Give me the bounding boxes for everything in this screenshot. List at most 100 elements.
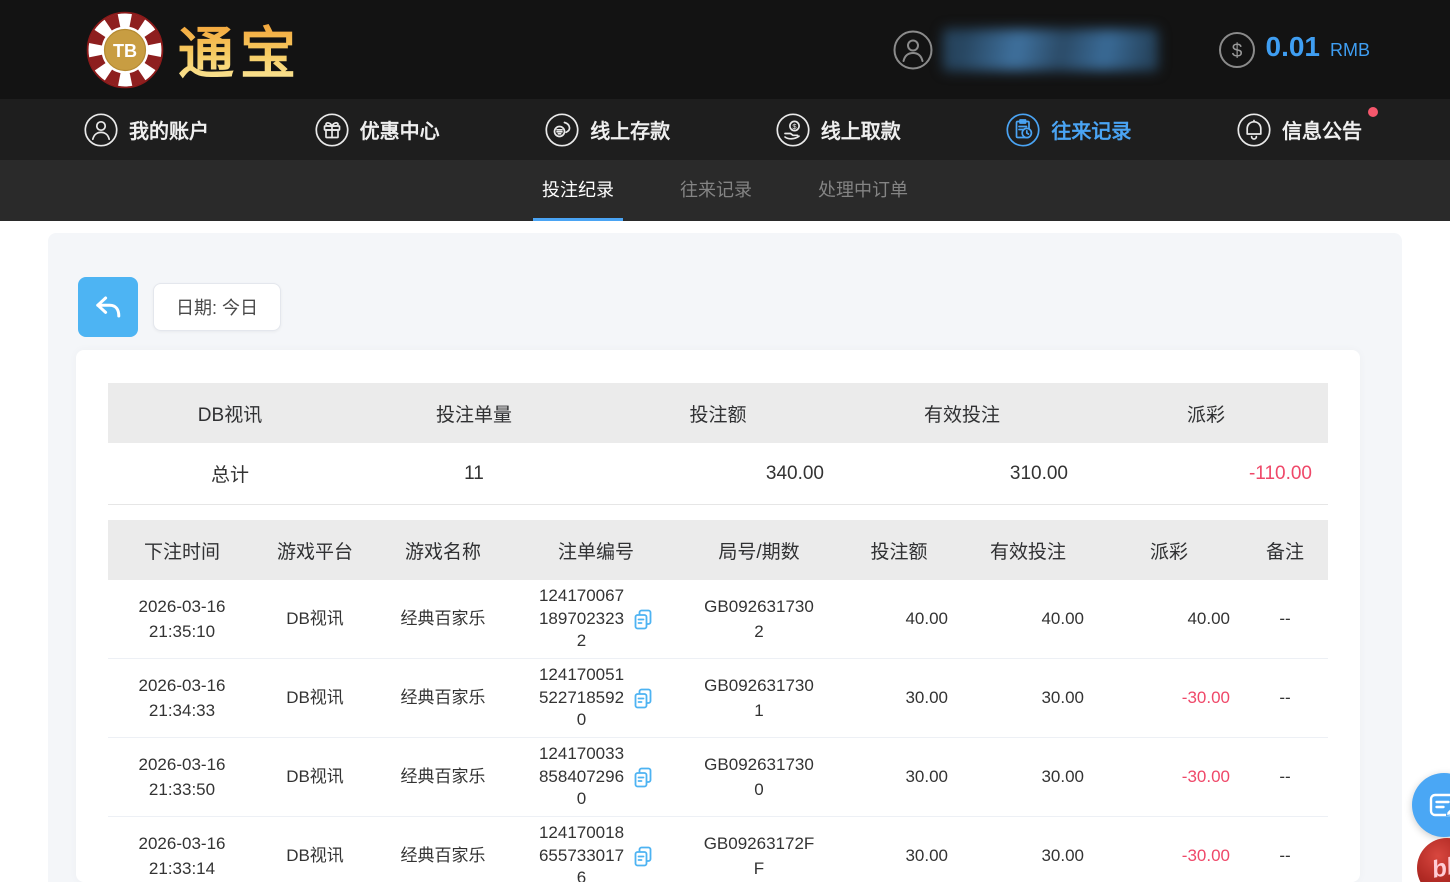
col-valid-bet: 有效投注 [960, 520, 1096, 580]
table-row: 2026-03-16 21:33:14 DB视讯 经典百家乐 124170018… [108, 817, 1328, 882]
bet-time: 2026-03-16 21:35:10 [126, 594, 238, 645]
platform: DB视讯 [256, 659, 374, 737]
summary-total-row: 总计 11 340.00 310.00 -110.00 [108, 443, 1328, 505]
back-arrow-icon [90, 289, 126, 325]
valid-bet: 30.00 [960, 738, 1096, 816]
content-panel: 日期: 今日 DB视讯 投注单量 投注额 有效投注 派彩 总计 11 340.0… [48, 233, 1402, 882]
summary-bet-count: 11 [352, 443, 596, 504]
summary-total-label: 总计 [108, 443, 352, 504]
summary-bet-amount: 340.00 [596, 443, 840, 504]
payout: 40.00 [1096, 580, 1242, 658]
game-name: 经典百家乐 [374, 817, 512, 882]
bet-amount: 30.00 [838, 738, 960, 816]
brand-name: 通宝 [178, 9, 302, 90]
main-navigation: 我的账户 优惠中心 线上存款 $ 线上取款 [0, 99, 1450, 160]
tab-bet-records[interactable]: 投注纪录 [533, 160, 623, 221]
bb-brand-label: bb [1430, 851, 1450, 882]
nav-item-records[interactable]: 往来记录 [1006, 113, 1131, 147]
game-name: 经典百家乐 [374, 738, 512, 816]
remark: -- [1242, 659, 1328, 737]
copy-icon[interactable] [632, 845, 655, 868]
nav-item-promotions[interactable]: 优惠中心 [315, 113, 440, 147]
bet-amount: 30.00 [838, 659, 960, 737]
chat-icon [1427, 788, 1450, 822]
back-button[interactable] [78, 277, 138, 337]
balance-amount: 0.01 [1266, 31, 1321, 63]
nav-label: 优惠中心 [360, 115, 440, 144]
bet-id: 1241700515227185920 [538, 664, 626, 733]
brand-logo[interactable]: TB 通宝 [84, 9, 302, 91]
date-filter-label: 日期: 今日 [176, 294, 258, 320]
date-filter-button[interactable]: 日期: 今日 [153, 283, 281, 331]
valid-bet: 40.00 [960, 580, 1096, 658]
bb-brand-button[interactable]: bb [1417, 838, 1450, 882]
bet-id: 1241700186557330176 [538, 822, 626, 882]
tab-processing-orders[interactable]: 处理中订单 [809, 160, 917, 221]
round-id: GB0926317300 [702, 752, 816, 803]
remark: -- [1242, 738, 1328, 816]
summary-col-bet-count: 投注单量 [352, 383, 596, 443]
nav-item-deposit[interactable]: 线上存款 [545, 113, 670, 147]
remark: -- [1242, 817, 1328, 882]
bet-time: 2026-03-16 21:34:33 [126, 673, 238, 724]
detail-table-header: 下注时间 游戏平台 游戏名称 注单编号 局号/期数 投注额 有效投注 派彩 备注 [108, 520, 1328, 580]
nav-label: 线上存款 [590, 115, 670, 144]
table-row: 2026-03-16 21:33:50 DB视讯 经典百家乐 124170033… [108, 738, 1328, 817]
bet-time: 2026-03-16 21:33:50 [126, 752, 238, 803]
summary-col-platform: DB视讯 [108, 383, 352, 443]
valid-bet: 30.00 [960, 817, 1096, 882]
notification-dot [1368, 107, 1378, 117]
platform: DB视讯 [256, 738, 374, 816]
remark: -- [1242, 580, 1328, 658]
record-tabs: 投注纪录 往来记录 处理中订单 [0, 160, 1450, 221]
game-name: 经典百家乐 [374, 580, 512, 658]
user-icon [84, 113, 118, 147]
platform: DB视讯 [256, 817, 374, 882]
chat-float-button[interactable] [1412, 773, 1450, 837]
col-remark: 备注 [1242, 520, 1328, 580]
balance-currency: RMB [1330, 40, 1370, 61]
gift-icon [315, 113, 349, 147]
top-header: TB 通宝 $ 0.01 RMB [0, 0, 1450, 99]
summary-col-payout: 派彩 [1084, 383, 1328, 443]
col-round-id: 局号/期数 [680, 520, 838, 580]
table-row: 2026-03-16 21:34:33 DB视讯 经典百家乐 124170051… [108, 659, 1328, 738]
user-account[interactable] [893, 29, 1158, 71]
avatar-icon [893, 30, 933, 70]
bet-amount: 30.00 [838, 817, 960, 882]
nav-item-announcements[interactable]: 信息公告 [1237, 113, 1362, 147]
round-id: GB09263172FF [702, 831, 816, 882]
summary-col-valid-bet: 有效投注 [840, 383, 1084, 443]
bet-time: 2026-03-16 21:33:14 [126, 831, 238, 882]
col-game-name: 游戏名称 [374, 520, 512, 580]
payout: -30.00 [1096, 659, 1242, 737]
round-id: GB0926317302 [702, 594, 816, 645]
copy-icon[interactable] [632, 766, 655, 789]
nav-item-withdraw[interactable]: $ 线上取款 [776, 113, 901, 147]
col-payout: 派彩 [1096, 520, 1242, 580]
wallet-balance[interactable]: $ 0.01 RMB [1218, 31, 1371, 69]
col-bet-time: 下注时间 [108, 520, 256, 580]
bet-id: 1241700671897023232 [538, 585, 626, 654]
bell-icon [1237, 113, 1271, 147]
nav-label: 线上取款 [821, 115, 901, 144]
casino-chip-logo-icon: TB [84, 9, 166, 91]
game-name: 经典百家乐 [374, 659, 512, 737]
copy-icon[interactable] [632, 608, 655, 631]
table-row: 2026-03-16 21:35:10 DB视讯 经典百家乐 124170067… [108, 580, 1328, 659]
nav-item-my-account[interactable]: 我的账户 [84, 113, 209, 147]
payout: -30.00 [1096, 738, 1242, 816]
platform: DB视讯 [256, 580, 374, 658]
round-id: GB0926317301 [702, 673, 816, 724]
summary-payout: -110.00 [1084, 443, 1328, 504]
deposit-icon [545, 113, 579, 147]
copy-icon[interactable] [632, 687, 655, 710]
withdraw-icon: $ [776, 113, 810, 147]
bet-records-card: DB视讯 投注单量 投注额 有效投注 派彩 总计 11 340.00 310.0… [76, 350, 1360, 882]
summary-valid-bet: 310.00 [840, 443, 1084, 504]
records-icon [1006, 113, 1040, 147]
col-platform: 游戏平台 [256, 520, 374, 580]
nav-label: 往来记录 [1051, 115, 1131, 144]
tab-transaction-records[interactable]: 往来记录 [671, 160, 761, 221]
username-redacted [943, 29, 1158, 71]
